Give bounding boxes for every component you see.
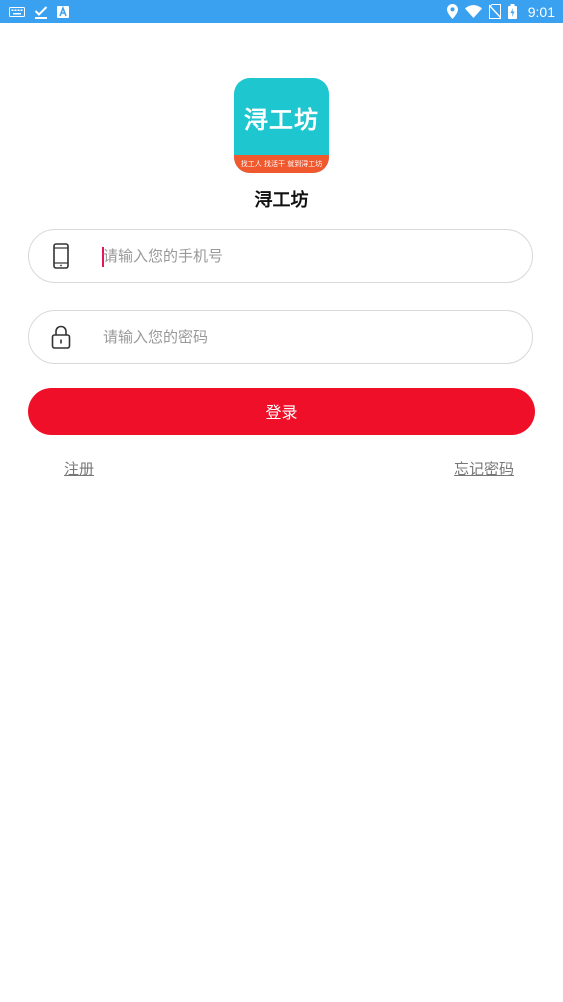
status-right-icons: 9:01 xyxy=(446,2,555,21)
keyboard-icon xyxy=(9,6,25,17)
app-name: 浔工坊 xyxy=(254,190,309,211)
phone-input[interactable] xyxy=(103,240,503,272)
app-logo: 浔工坊 找工人 找活干 就到浔工坊 xyxy=(234,78,329,173)
a-icon xyxy=(57,5,69,18)
status-bar: 9:01 xyxy=(0,0,563,23)
no-sim-icon xyxy=(488,4,501,19)
forgot-password-link[interactable]: 忘记密码 xyxy=(454,458,514,479)
logo-tagline: 找工人 找活干 就到浔工坊 xyxy=(234,155,329,173)
download-done-icon xyxy=(34,5,48,19)
status-left-icons xyxy=(9,3,69,20)
password-field[interactable] xyxy=(28,310,533,364)
register-link[interactable]: 注册 xyxy=(64,458,94,479)
logo-title: 浔工坊 xyxy=(244,106,319,134)
status-time: 9:01 xyxy=(527,3,555,20)
battery-icon xyxy=(507,4,517,19)
login-button[interactable]: 登录 xyxy=(28,388,535,435)
phone-icon xyxy=(53,243,69,269)
phone-field[interactable] xyxy=(28,229,533,283)
wifi-icon xyxy=(464,5,482,18)
lock-icon xyxy=(51,325,71,349)
password-input[interactable] xyxy=(103,321,503,353)
location-icon xyxy=(446,4,458,19)
